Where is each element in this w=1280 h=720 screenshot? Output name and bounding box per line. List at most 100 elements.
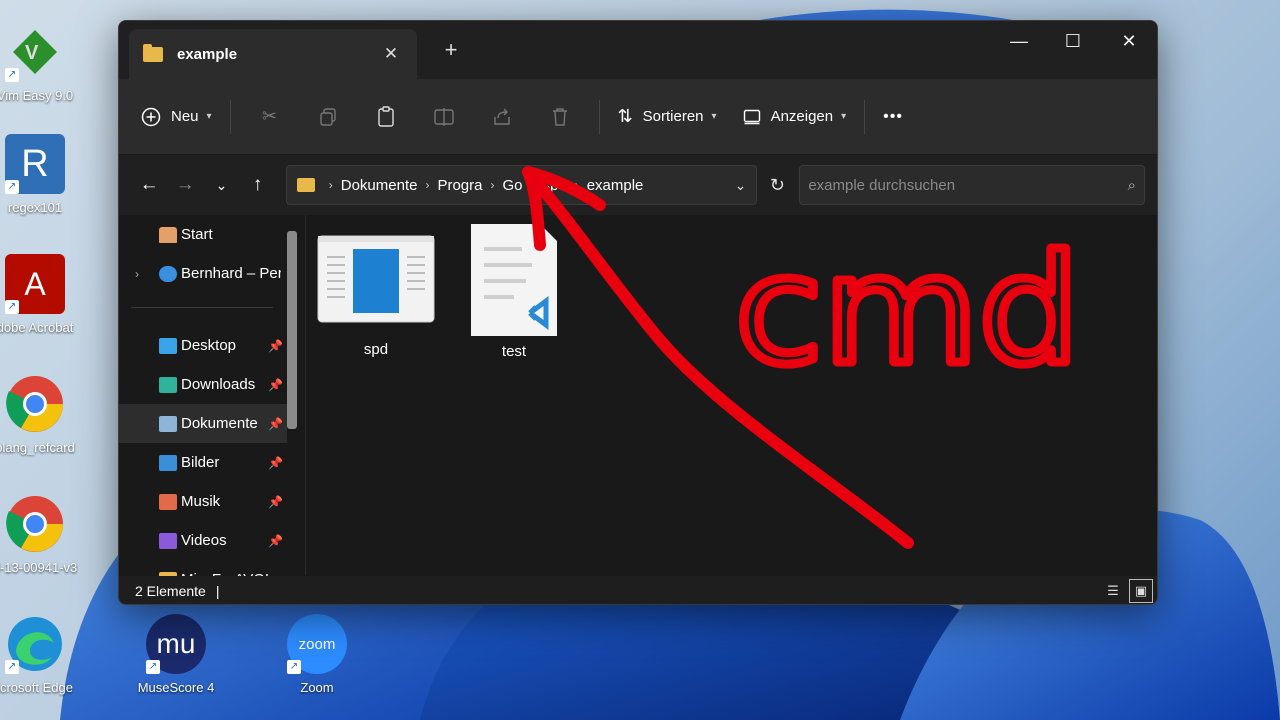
- sort-button[interactable]: ⇅ Sortieren ▾: [610, 97, 725, 137]
- sidebar-item-musik[interactable]: Musik 📌: [119, 482, 287, 521]
- breadcrumb-item[interactable]: Dokumente: [341, 177, 418, 194]
- sidebar-item-downloads[interactable]: Downloads 📌: [119, 365, 287, 404]
- toolbar-divider: [598, 99, 600, 134]
- address-bar[interactable]: › Dokumente › Progra › Go › spd › exampl…: [285, 165, 758, 205]
- sidebar-scrollbar[interactable]: [287, 231, 297, 429]
- desktop-icon-acrobat[interactable]: A ↗ dobe Acrobat: [0, 254, 85, 335]
- breadcrumb-item[interactable]: spd: [543, 177, 567, 194]
- application-icon: [317, 235, 435, 323]
- sidebar-item-dokumente[interactable]: Dokumente 📌: [119, 404, 287, 443]
- more-options-button[interactable]: •••: [875, 97, 911, 137]
- details-view-button[interactable]: ☰: [1101, 579, 1125, 603]
- navigation-pane: Start › Bernhard – Pers Desktop 📌 Downlo…: [119, 215, 297, 588]
- chevron-right-icon: ›: [574, 178, 579, 192]
- file-item-spd[interactable]: spd: [316, 235, 436, 358]
- sidebar-item-start[interactable]: Start: [119, 215, 287, 254]
- pin-icon[interactable]: 📌: [268, 534, 283, 548]
- navigation-bar: ← → ⌄ ↑ › Dokumente › Progra › Go › spd …: [119, 155, 1157, 215]
- new-tab-button[interactable]: +: [439, 37, 463, 63]
- rename-icon: [433, 107, 454, 126]
- clipboard-icon: [377, 105, 394, 127]
- copy-icon: [319, 107, 336, 126]
- sidebar-item-label: Videos: [181, 532, 227, 549]
- search-icon: ⌕: [1127, 176, 1136, 194]
- shortcut-arrow-icon: ↗: [5, 660, 19, 674]
- tab-example[interactable]: example ✕: [129, 29, 417, 79]
- desktop-icon-chrome-2[interactable]: d-13-00941-v3: [0, 494, 85, 575]
- desktop-icon-vim[interactable]: V ↗ Vim Easy 9.0: [0, 22, 85, 103]
- shortcut-arrow-icon: ↗: [146, 660, 160, 674]
- tab-title: example: [177, 45, 238, 63]
- maximize-button[interactable]: ☐: [1045, 25, 1101, 57]
- shortcut-arrow-icon: ↗: [287, 660, 301, 674]
- pin-icon[interactable]: 📌: [268, 339, 283, 353]
- svg-text:V: V: [25, 42, 39, 64]
- chevron-down-icon: ▾: [206, 111, 212, 122]
- up-button[interactable]: ↑: [240, 167, 276, 203]
- sidebar-item-label: Desktop: [181, 337, 237, 354]
- pin-icon[interactable]: 📌: [268, 456, 283, 470]
- status-cursor: |: [215, 583, 220, 599]
- vscode-file-icon: [471, 224, 557, 336]
- share-button[interactable]: [482, 97, 522, 137]
- pictures-folder-icon: [159, 454, 177, 471]
- sidebar-item-onedrive[interactable]: › Bernhard – Pers: [119, 254, 287, 293]
- new-button[interactable]: Neu ▾: [133, 97, 220, 137]
- search-input[interactable]: [808, 176, 1128, 194]
- forward-button[interactable]: →: [167, 167, 203, 203]
- cut-button[interactable]: ✂: [250, 97, 290, 137]
- address-dropdown-chevron-icon[interactable]: ⌄: [735, 177, 747, 194]
- sidebar-item-bilder[interactable]: Bilder 📌: [119, 443, 287, 482]
- plus-circle-icon: [141, 107, 161, 126]
- title-bar: example ✕ + — ☐ ✕: [119, 21, 1157, 79]
- arrow-left-icon: ←: [139, 174, 159, 195]
- file-item-test[interactable]: test: [454, 223, 574, 360]
- recent-locations-button[interactable]: ⌄: [203, 167, 239, 203]
- chrome-icon: [6, 376, 63, 432]
- pin-icon[interactable]: 📌: [268, 417, 283, 431]
- pin-icon[interactable]: 📌: [268, 378, 283, 392]
- pin-icon[interactable]: 📌: [268, 495, 283, 509]
- command-bar: Neu ▾ ✂ ⇅ Sortieren ▾ Anzeigen ▾ •••: [119, 79, 1157, 155]
- chevron-right-icon: ›: [425, 178, 430, 192]
- view-button[interactable]: Anzeigen ▾: [735, 97, 855, 137]
- more-icon: •••: [883, 107, 903, 125]
- desktop-icon-zoom[interactable]: zoom ↗ Zoom: [267, 614, 367, 695]
- share-icon: [493, 108, 510, 125]
- sort-arrows-icon: ⇅: [617, 106, 633, 126]
- item-count: 2 Elemente: [135, 583, 206, 599]
- desktop-icon-edge[interactable]: ↗ icrosoft Edge: [0, 614, 85, 695]
- desktop-icon-musescore[interactable]: mu ↗ MuseScore 4: [126, 614, 226, 695]
- breadcrumb-item[interactable]: example: [587, 177, 644, 194]
- large-icons-view-button[interactable]: ▣: [1129, 579, 1153, 603]
- trash-icon: [552, 107, 567, 126]
- delete-button[interactable]: [540, 97, 580, 137]
- new-button-label: Neu: [171, 108, 199, 125]
- breadcrumb-item[interactable]: Progra: [437, 177, 482, 194]
- copy-button[interactable]: [308, 97, 348, 137]
- desktop-icon-chrome-1[interactable]: olang_refcard: [0, 374, 85, 455]
- sidebar-item-videos[interactable]: Videos 📌: [119, 521, 287, 560]
- chevron-right-icon[interactable]: ›: [135, 267, 139, 281]
- home-icon: [159, 226, 177, 243]
- search-box[interactable]: ⌕: [799, 165, 1145, 205]
- refresh-button[interactable]: ↻: [757, 175, 797, 196]
- chevron-right-icon: ›: [328, 178, 333, 192]
- back-button[interactable]: ←: [131, 167, 167, 203]
- breadcrumb-item[interactable]: Go: [503, 177, 523, 194]
- chevron-right-icon: ›: [530, 178, 535, 192]
- close-window-button[interactable]: ✕: [1101, 25, 1157, 57]
- music-folder-icon: [159, 493, 177, 510]
- documents-folder-icon: [159, 415, 177, 432]
- acrobat-icon: A: [24, 265, 46, 302]
- tab-close-button[interactable]: ✕: [379, 44, 403, 64]
- refresh-icon: ↻: [769, 174, 785, 195]
- view-icon: [743, 109, 760, 124]
- minimize-button[interactable]: —: [991, 25, 1047, 57]
- sidebar-divider: [131, 307, 273, 308]
- sidebar-item-desktop[interactable]: Desktop 📌: [119, 326, 287, 365]
- desktop-icon-label: regex101: [7, 200, 63, 215]
- rename-button[interactable]: [424, 97, 464, 137]
- paste-button[interactable]: [366, 97, 406, 137]
- desktop-icon-regex101[interactable]: R ↗ regex101: [0, 134, 85, 215]
